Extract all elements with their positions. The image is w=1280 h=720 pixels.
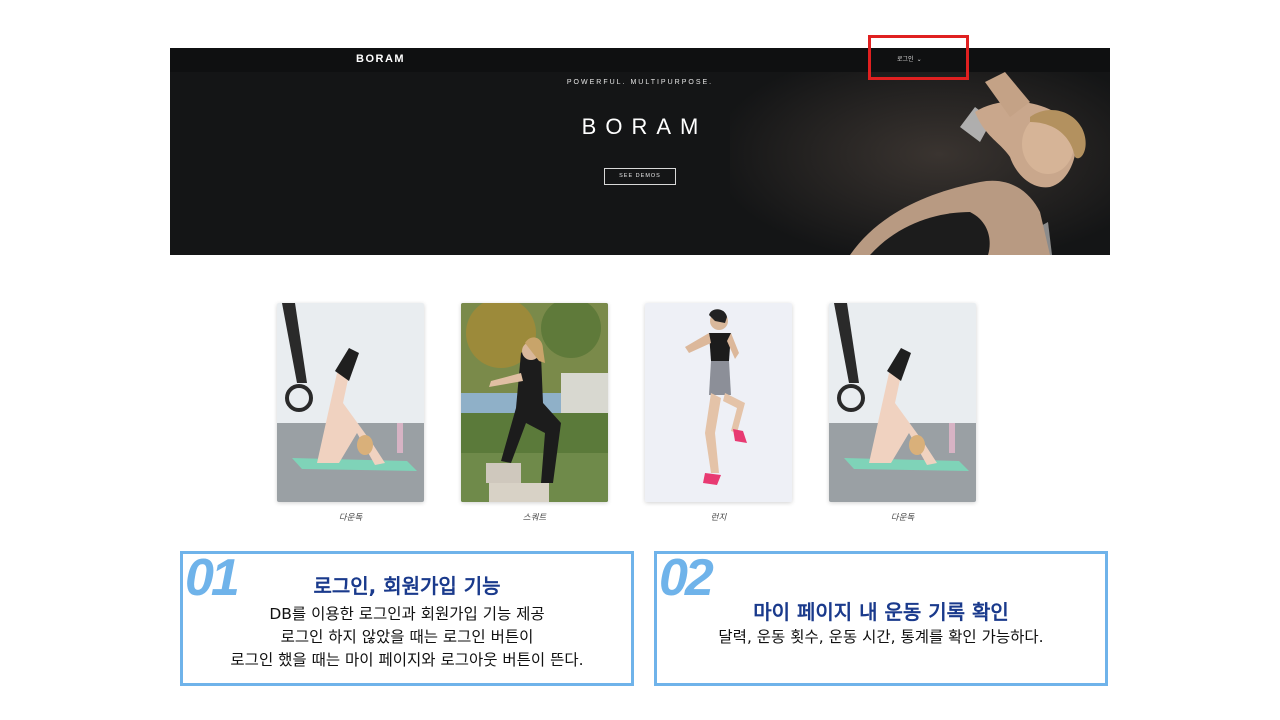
- hero-banner: BORAM 로그인 ⌄ POWERFUL. MULTIPURPOSE. BORAM…: [170, 48, 1110, 255]
- exercise-card-squat[interactable]: [461, 303, 608, 502]
- feature-box-login: 01 로그인, 회원가입 기능 DB를 이용한 로그인과 회원가입 기능 제공 …: [180, 549, 634, 686]
- downdog-image: [829, 303, 976, 502]
- exercise-card-lunge[interactable]: [645, 303, 792, 502]
- feature-title: 로그인, 회원가입 기능: [313, 574, 501, 598]
- lunge-image: [645, 303, 792, 502]
- hero-athlete-image: [730, 72, 1110, 255]
- see-demos-button[interactable]: SEE DEMOS: [604, 168, 676, 185]
- feature-description-line: DB를 이용한 로그인과 회원가입 기능 제공: [269, 605, 545, 623]
- downdog-image: [277, 303, 424, 502]
- card-caption: 다운독: [890, 513, 915, 523]
- feature-box-mypage: 02 마이 페이지 내 운동 기록 확인 달력, 운동 횟수, 운동 시간, 통…: [654, 549, 1108, 686]
- feature-description-line: 달력, 운동 횟수, 운동 시간, 통계를 확인 가능하다.: [718, 628, 1044, 646]
- squat-image: [461, 303, 608, 502]
- hero-tagline: POWERFUL. MULTIPURPOSE.: [566, 79, 714, 86]
- exercise-card-downdog-1[interactable]: [277, 303, 424, 502]
- card-caption: 다운독: [338, 513, 363, 523]
- feature-title: 마이 페이지 내 운동 기록 확인: [753, 600, 1009, 624]
- card-caption: 스쿼트: [522, 513, 547, 523]
- feature-description-line: 로그인 했을 때는 마이 페이지와 로그아웃 버튼이 뜬다.: [230, 651, 584, 669]
- chevron-down-icon: ⌄: [916, 56, 922, 63]
- exercise-card-downdog-2[interactable]: [829, 303, 976, 502]
- card-caption: 런지: [710, 513, 727, 523]
- hero-title: BORAM: [581, 114, 708, 139]
- brand-logo[interactable]: BORAM: [356, 53, 405, 65]
- login-menu-label: 로그인: [897, 56, 914, 63]
- top-nav-bar: [170, 48, 1110, 72]
- feature-description-line: 로그인 하지 않았을 때는 로그인 버튼이: [280, 628, 534, 646]
- login-dropdown[interactable]: 로그인 ⌄: [897, 54, 922, 63]
